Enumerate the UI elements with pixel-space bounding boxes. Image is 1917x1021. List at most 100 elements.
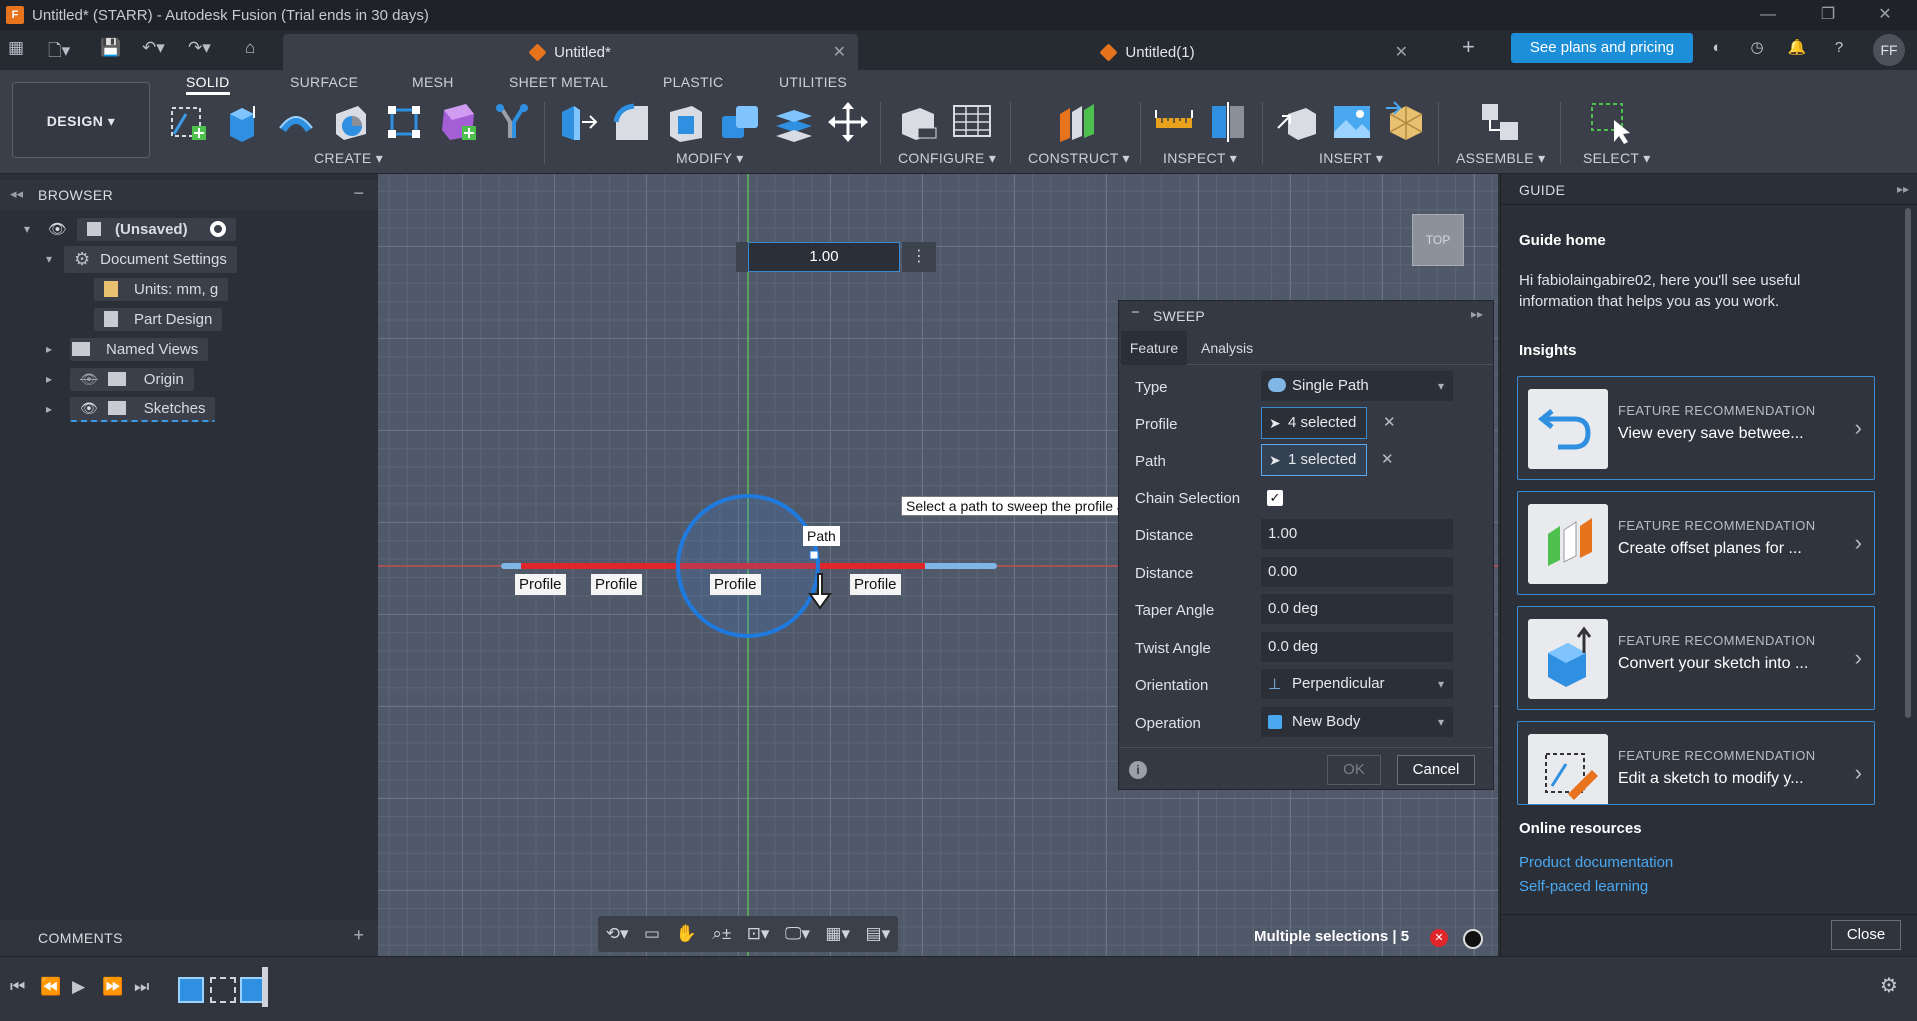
- insert-derive-icon[interactable]: [1276, 100, 1320, 144]
- extrude-icon[interactable]: [220, 100, 264, 144]
- close-tab-icon[interactable]: ✕: [833, 42, 846, 62]
- insert-mesh-icon[interactable]: [1384, 100, 1428, 144]
- sweep-path-circle[interactable]: [676, 494, 820, 638]
- press-pull-icon[interactable]: [556, 100, 600, 144]
- combine-icon[interactable]: [718, 100, 762, 144]
- new-component-icon[interactable]: [1478, 100, 1522, 144]
- tree-item-document-settings[interactable]: ▾ ⚙ Document Settings: [46, 245, 237, 273]
- sweep-tool-icon[interactable]: [328, 100, 372, 144]
- offset-plane-icon[interactable]: [1054, 100, 1098, 144]
- recommendation-card[interactable]: FEATURE RECOMMENDATION Edit a sketch to …: [1517, 721, 1875, 805]
- restore-icon[interactable]: ❐: [1800, 0, 1856, 30]
- chevron-right-icon[interactable]: ▸: [46, 402, 70, 416]
- close-window-icon[interactable]: ✕: [1857, 0, 1913, 30]
- tab-untitled[interactable]: Untitled* ✕: [283, 34, 858, 70]
- selection-filter-icon[interactable]: [1463, 929, 1483, 949]
- tab-feature[interactable]: Feature: [1121, 331, 1187, 365]
- expand-guide-icon[interactable]: ▸▸: [1897, 182, 1909, 196]
- distance-input-2[interactable]: 0.00: [1261, 557, 1453, 587]
- play-icon[interactable]: ▶: [72, 977, 85, 997]
- tab-mesh[interactable]: MESH: [412, 74, 454, 90]
- save-icon[interactable]: 💾: [100, 38, 121, 58]
- create-sketch-icon[interactable]: [166, 100, 210, 144]
- timeline-marker[interactable]: [262, 967, 268, 1007]
- tree-item-sketches[interactable]: ▸ 👁 Sketches: [46, 396, 216, 422]
- type-dropdown[interactable]: Single Path: [1261, 371, 1453, 401]
- job-status-icon[interactable]: ◷: [1746, 37, 1768, 59]
- new-tab-icon[interactable]: +: [1462, 34, 1475, 60]
- collapse-dialog-icon[interactable]: −: [1131, 304, 1140, 321]
- last-step-icon[interactable]: ⏭: [134, 977, 149, 997]
- workspace-switcher[interactable]: DESIGN ▾: [12, 82, 150, 158]
- next-step-icon[interactable]: ⏩: [102, 977, 123, 997]
- chevron-down-icon[interactable]: ▾: [46, 252, 64, 266]
- revolve-icon[interactable]: [274, 100, 318, 144]
- close-tab-icon[interactable]: ✕: [1395, 42, 1408, 62]
- redo-icon[interactable]: ↷▾: [188, 38, 211, 58]
- viewcube[interactable]: TOP: [1412, 214, 1464, 266]
- timeline-settings-icon[interactable]: ⚙: [1880, 973, 1898, 998]
- timeline-sketch-icon[interactable]: [178, 977, 204, 1003]
- display-settings-icon[interactable]: 🖵▾: [785, 924, 810, 944]
- tab-surface[interactable]: SURFACE: [290, 74, 358, 90]
- avatar[interactable]: FF: [1873, 34, 1905, 66]
- cancel-button[interactable]: Cancel: [1397, 755, 1475, 785]
- profile-selector[interactable]: ➤ 4 selected: [1261, 407, 1367, 439]
- self-paced-learning-link[interactable]: Self-paced learning: [1519, 878, 1648, 895]
- measure-icon[interactable]: [1152, 100, 1196, 144]
- fit-icon[interactable]: ⊡▾: [747, 924, 770, 944]
- expand-dialog-icon[interactable]: ▸▸: [1471, 307, 1483, 321]
- configure-menu[interactable]: CONFIGURE ▾: [898, 150, 996, 167]
- units-node[interactable]: Units: mm, g: [94, 277, 229, 301]
- insert-canvas-icon[interactable]: [1330, 100, 1374, 144]
- home-icon[interactable]: ⌂: [245, 38, 255, 58]
- tree-item-part-design[interactable]: Part Design: [94, 306, 223, 332]
- tree-root[interactable]: ▾ 👁 (Unsaved): [24, 216, 236, 242]
- guide-scrollbar[interactable]: [1905, 208, 1911, 718]
- create-form-icon[interactable]: [436, 100, 480, 144]
- create-menu[interactable]: CREATE ▾: [314, 150, 383, 167]
- tab-sheet-metal[interactable]: SHEET METAL: [509, 74, 608, 90]
- minimize-icon[interactable]: —: [1740, 0, 1796, 30]
- move-copy-icon[interactable]: [826, 100, 870, 144]
- inspect-menu[interactable]: INSPECT ▾: [1163, 150, 1237, 167]
- tree-item-origin[interactable]: ▸ 👁 Origin: [46, 366, 194, 392]
- chevron-right-icon[interactable]: ▸: [46, 342, 70, 356]
- assemble-menu[interactable]: ASSEMBLE ▾: [1456, 150, 1545, 167]
- orbit-icon[interactable]: ⟲▾: [606, 924, 629, 944]
- taper-angle-input[interactable]: 0.0 deg: [1261, 594, 1453, 624]
- previous-step-icon[interactable]: ⏪: [40, 977, 61, 997]
- modify-menu[interactable]: MODIFY ▾: [676, 150, 744, 167]
- path-point[interactable]: [809, 550, 819, 560]
- path-selector[interactable]: ➤ 1 selected: [1261, 444, 1367, 476]
- tab-untitled-1[interactable]: Untitled(1) ✕: [858, 34, 1438, 70]
- eye-icon[interactable]: 👁: [48, 220, 67, 238]
- product-documentation-link[interactable]: Product documentation: [1519, 854, 1673, 871]
- hidden-eye-icon[interactable]: 👁: [80, 371, 98, 388]
- chevron-right-icon[interactable]: ▸: [46, 372, 70, 386]
- section-analysis-icon[interactable]: [1206, 100, 1250, 144]
- named-views-node[interactable]: Named Views: [70, 337, 209, 361]
- chain-selection-checkbox[interactable]: ✓: [1267, 490, 1283, 506]
- clear-selection-icon[interactable]: ✕: [1430, 929, 1448, 947]
- zoom-icon[interactable]: ⌕±: [712, 924, 731, 944]
- dimension-input[interactable]: 1.00: [748, 242, 900, 272]
- tab-utilities[interactable]: UTILITIES: [779, 74, 847, 90]
- shell-icon[interactable]: [664, 100, 708, 144]
- fillet-icon[interactable]: [610, 100, 654, 144]
- hole-icon[interactable]: [490, 100, 534, 144]
- offset-face-icon[interactable]: [772, 100, 816, 144]
- app-grid-icon[interactable]: ▦: [8, 38, 24, 58]
- chevron-down-icon[interactable]: ▾: [24, 222, 42, 236]
- info-icon[interactable]: i: [1129, 761, 1147, 779]
- eye-icon[interactable]: 👁: [80, 400, 98, 417]
- add-comment-icon[interactable]: +: [353, 925, 364, 946]
- look-at-icon[interactable]: ▭: [644, 924, 660, 944]
- undo-icon[interactable]: ↶▾: [142, 38, 165, 58]
- recommendation-card[interactable]: FEATURE RECOMMENDATION View every save b…: [1517, 376, 1875, 480]
- origin-node[interactable]: 👁 Origin: [70, 367, 194, 391]
- configuration-table-icon[interactable]: [950, 100, 994, 144]
- twist-angle-input[interactable]: 0.0 deg: [1261, 632, 1453, 662]
- clear-profile-icon[interactable]: ✕: [1383, 413, 1396, 431]
- collapse-panel-icon[interactable]: ◂◂: [10, 186, 23, 202]
